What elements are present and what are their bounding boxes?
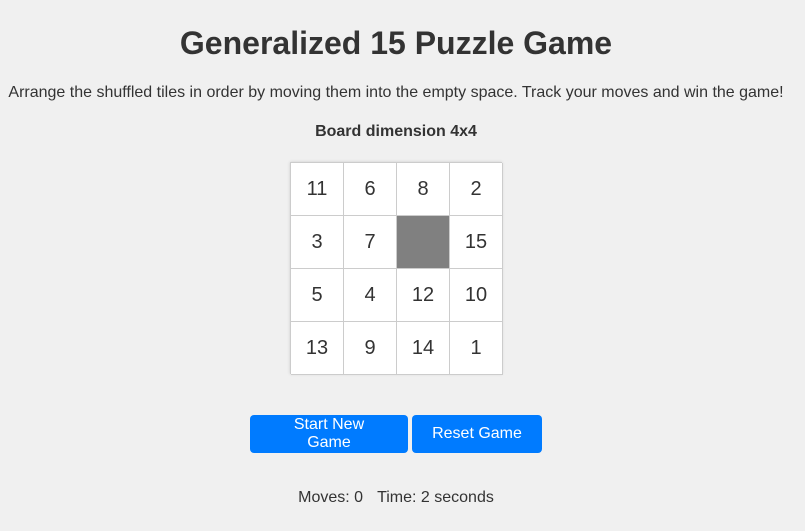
puzzle-tile[interactable]: 1 <box>450 322 503 375</box>
moves-counter: Moves: 0 <box>298 489 364 506</box>
puzzle-tile[interactable]: 4 <box>344 269 397 322</box>
puzzle-tile[interactable]: 15 <box>450 216 503 269</box>
puzzle-board: 11 6 8 2 3 7 15 5 4 12 10 13 9 14 1 <box>290 162 503 375</box>
puzzle-tile[interactable]: 7 <box>344 216 397 269</box>
time-counter: Time: 2 seconds <box>377 489 494 506</box>
puzzle-tile[interactable]: 11 <box>291 163 344 216</box>
puzzle-tile[interactable]: 2 <box>450 163 503 216</box>
puzzle-tile[interactable]: 13 <box>291 322 344 375</box>
puzzle-tile[interactable]: 5 <box>291 269 344 322</box>
game-description: Arrange the shuffled tiles in order by m… <box>8 84 784 101</box>
start-new-game-button[interactable]: Start New Game <box>250 415 408 453</box>
puzzle-tile[interactable]: 3 <box>291 216 344 269</box>
puzzle-tile[interactable]: 14 <box>397 322 450 375</box>
game-stats: Moves: 0 Time: 2 seconds <box>0 488 792 508</box>
puzzle-tile[interactable]: 8 <box>397 163 450 216</box>
puzzle-tile[interactable]: 9 <box>344 322 397 375</box>
empty-tile <box>397 216 450 269</box>
puzzle-tile[interactable]: 12 <box>397 269 450 322</box>
puzzle-tile[interactable]: 6 <box>344 163 397 216</box>
board-dimension-label: Board dimension 4x4 <box>315 123 477 140</box>
game-controls: Start New Game Reset Game <box>250 415 542 453</box>
page-title: Generalized 15 Puzzle Game <box>179 25 613 61</box>
puzzle-tile[interactable]: 10 <box>450 269 503 322</box>
reset-game-button[interactable]: Reset Game <box>412 415 542 453</box>
